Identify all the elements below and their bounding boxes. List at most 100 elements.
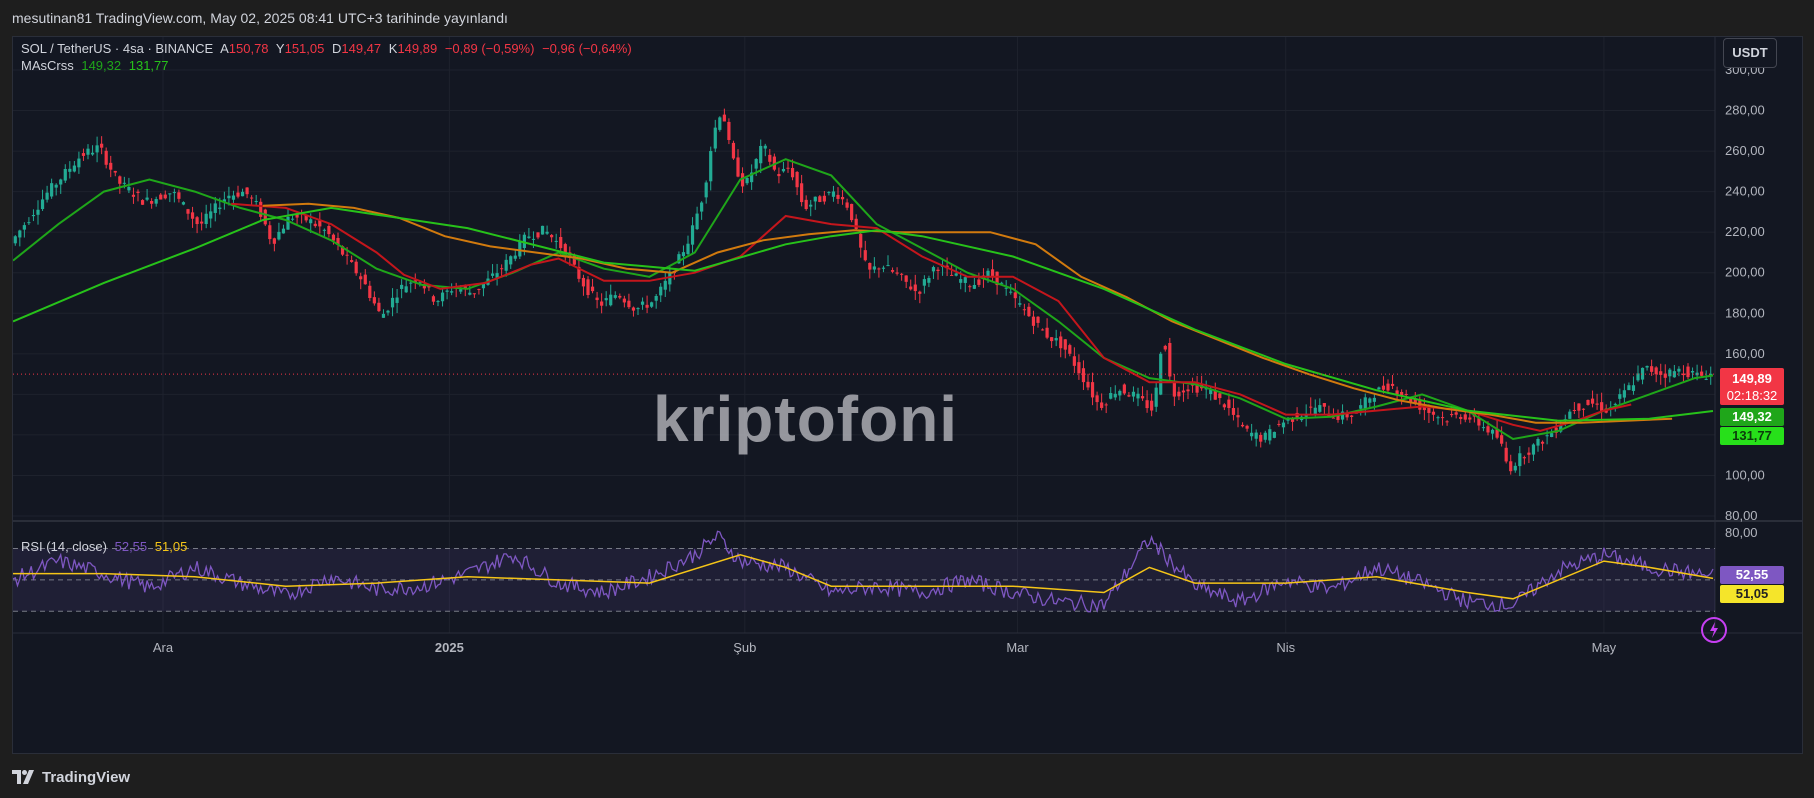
candle-body — [872, 266, 876, 270]
candle-body — [936, 269, 940, 272]
currency-button[interactable]: USDT — [1723, 38, 1777, 68]
candle-body — [818, 196, 822, 202]
candle-body — [281, 228, 286, 234]
candle-body — [122, 182, 126, 184]
ma-legend[interactable]: MAsCrss 149,32 131,77 — [21, 58, 173, 73]
change-value: −0,89 (−0,59%) — [444, 41, 535, 56]
flash-icon[interactable] — [1701, 617, 1727, 643]
candle-body — [1381, 385, 1386, 390]
candle-body — [1631, 385, 1636, 391]
candle-body — [1686, 366, 1690, 378]
candle-body — [436, 301, 440, 303]
candle-body — [1331, 417, 1336, 419]
rsi-value: 52,55 — [114, 539, 148, 554]
candle-body — [468, 292, 472, 295]
candle-body — [327, 225, 331, 235]
candle-body — [1318, 405, 1322, 412]
candle-body — [654, 295, 658, 301]
candle-body — [854, 218, 858, 230]
candle-body — [400, 284, 404, 289]
candle-body — [1595, 403, 1599, 405]
candle-body — [272, 238, 276, 244]
candle-body — [1086, 381, 1090, 388]
candle-body — [1163, 345, 1167, 350]
candle-body — [404, 286, 408, 293]
candle-body — [13, 236, 17, 244]
open-value: 150,78 — [228, 41, 269, 56]
candle-body — [813, 196, 817, 202]
tradingview-logo[interactable]: TradingView — [12, 764, 130, 790]
candle-body — [972, 284, 976, 289]
candle-body — [627, 300, 631, 308]
chart-area[interactable]: 300,00 280,00 260,00 240,00 220,00 200,00 180,… — [12, 36, 1803, 754]
candle-body — [1050, 337, 1054, 342]
candle-body — [1390, 383, 1395, 386]
candle-body — [618, 295, 622, 298]
low-label: D — [331, 41, 342, 56]
candle-body — [1586, 399, 1590, 405]
candle-body — [1218, 393, 1222, 399]
candle-body — [1468, 417, 1472, 420]
candle-body — [204, 213, 208, 224]
candle-body — [154, 199, 158, 204]
candle-body — [781, 168, 786, 172]
candle-body — [1013, 292, 1017, 299]
candle-body — [86, 148, 90, 155]
candle-body — [59, 179, 63, 185]
candle-body — [650, 302, 654, 307]
candle-body — [513, 255, 517, 259]
symbol-label[interactable]: SOL / TetherUS · 4sa · BINANCE — [21, 41, 213, 56]
candle-body — [1613, 403, 1617, 405]
candle-body — [1131, 391, 1136, 397]
candle-body — [1268, 429, 1272, 441]
candle-body — [209, 211, 213, 219]
candle-body — [722, 114, 726, 122]
high-label: Y — [275, 41, 285, 56]
candle-body — [445, 290, 449, 292]
candle-body — [977, 279, 981, 285]
candle-body — [409, 282, 413, 284]
ma-fast-tag: 149,32 — [1720, 408, 1784, 426]
candle-body — [1622, 390, 1626, 398]
y-tick-label: 220,00 — [1725, 224, 1765, 239]
candle-body — [550, 234, 554, 238]
candle-body — [704, 182, 708, 198]
candle-body — [754, 159, 758, 169]
candle-body — [372, 297, 376, 304]
candle-body — [200, 221, 204, 224]
y-tick-label: 180,00 — [1725, 305, 1765, 320]
candle-body — [1550, 433, 1554, 437]
y-tick-label: 80,00 — [1725, 508, 1758, 523]
candle-body — [22, 225, 26, 230]
candle-body — [1359, 405, 1363, 409]
candle-body — [1109, 393, 1113, 399]
candle-body — [659, 286, 663, 296]
candle-body — [277, 231, 281, 240]
candle-body — [600, 301, 604, 306]
symbol-legend: SOL / TetherUS · 4sa · BINANCE A150,78 Y… — [21, 41, 636, 56]
candle-body — [1168, 342, 1172, 377]
candle-body — [50, 183, 54, 197]
candle-body — [450, 291, 454, 293]
candle-body — [1145, 400, 1149, 409]
candle-body — [45, 192, 49, 200]
candle-body — [81, 153, 86, 156]
candle-body — [27, 222, 31, 224]
candle-body — [136, 191, 140, 193]
candle-body — [190, 212, 195, 219]
candle-body — [140, 200, 145, 205]
candle-body — [350, 260, 354, 262]
ma-value-2: 131,77 — [128, 58, 169, 73]
rsi-legend[interactable]: RSI (14, close) 52,55 51,05 — [21, 539, 191, 554]
candle-body — [586, 279, 590, 296]
candle-body — [459, 289, 463, 292]
candle-body — [681, 252, 686, 257]
candle-body — [786, 167, 790, 169]
candle-body — [1059, 336, 1063, 349]
candle-body — [509, 256, 513, 265]
candle-body — [536, 232, 540, 238]
candle-body — [922, 279, 926, 286]
candle-body — [931, 267, 936, 272]
candle-body — [1681, 373, 1686, 376]
candle-body — [1240, 424, 1245, 427]
